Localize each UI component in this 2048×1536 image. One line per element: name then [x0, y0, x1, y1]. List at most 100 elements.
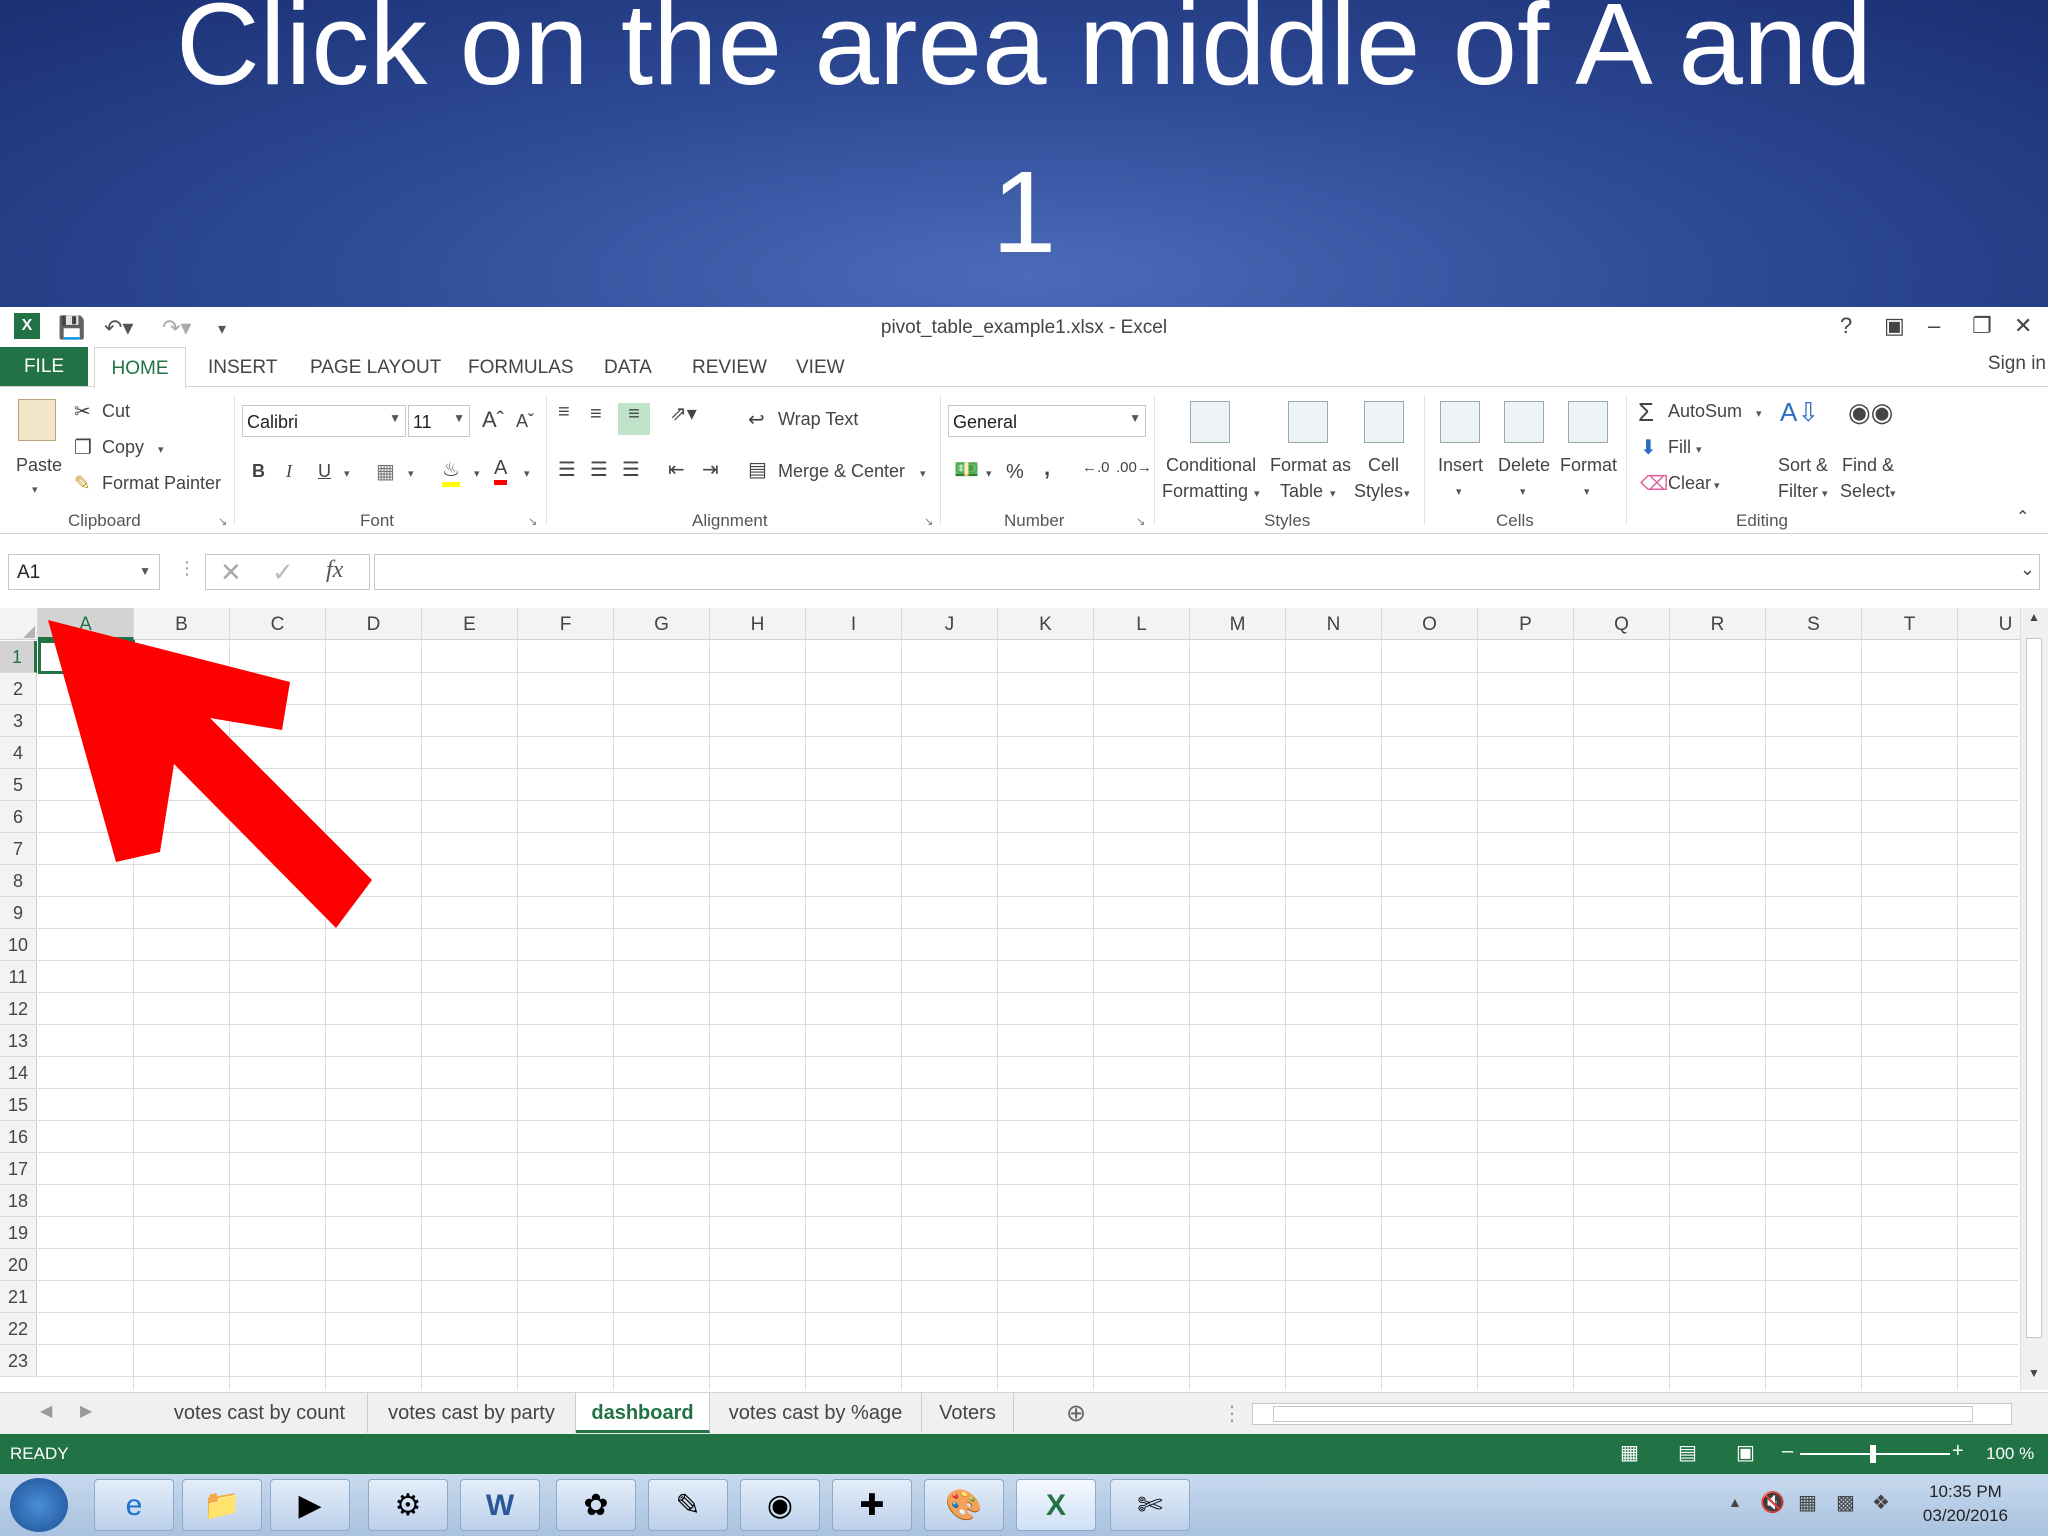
- fill-dropdown-icon[interactable]: ▾: [1696, 443, 1702, 456]
- find-select-button[interactable]: Find &: [1842, 455, 1894, 476]
- ribbon-display-icon[interactable]: ▣: [1884, 313, 1905, 339]
- insert-cells-icon[interactable]: [1440, 401, 1480, 443]
- orientation-icon[interactable]: ⇗▾: [670, 401, 697, 426]
- tab-data[interactable]: DATA: [604, 347, 652, 387]
- underline-button[interactable]: U: [318, 461, 331, 482]
- paint-palette-icon[interactable]: 🎨: [924, 1479, 1004, 1531]
- chrome-icon[interactable]: ◉: [740, 1479, 820, 1531]
- delete-dropdown-icon[interactable]: ▾: [1520, 485, 1526, 498]
- decrease-indent-icon[interactable]: ⇤: [668, 457, 685, 482]
- column-header-j[interactable]: J: [902, 608, 998, 640]
- formula-bar-splitter[interactable]: ⋮: [178, 558, 196, 579]
- cell-styles-button[interactable]: Cell: [1368, 455, 1399, 476]
- sheet-tab-votes-cast-by-age[interactable]: votes cast by %age: [710, 1393, 922, 1433]
- format-cells-button[interactable]: Format: [1560, 455, 1617, 476]
- network-icon[interactable]: ▩: [1836, 1490, 1855, 1515]
- taskbar-clock[interactable]: 10:35 PM 03/20/2016: [1923, 1480, 2008, 1528]
- column-header-i[interactable]: I: [806, 608, 902, 640]
- insert-dropdown-icon[interactable]: ▾: [1456, 485, 1462, 498]
- sheet-tab-dashboard[interactable]: dashboard: [576, 1393, 710, 1433]
- cancel-icon[interactable]: ✕: [220, 557, 242, 588]
- column-header-r[interactable]: R: [1670, 608, 1766, 640]
- windows-flag-icon[interactable]: ▦: [1798, 1490, 1817, 1515]
- row-header-22[interactable]: 22: [0, 1313, 37, 1345]
- zoom-level[interactable]: 100 %: [1986, 1444, 2034, 1464]
- tab-page-layout[interactable]: PAGE LAYOUT: [310, 347, 441, 387]
- internet-explorer-icon[interactable]: e: [94, 1479, 174, 1531]
- autosum-button[interactable]: AutoSum: [1668, 401, 1742, 422]
- normal-view-icon[interactable]: ▦: [1620, 1440, 1639, 1465]
- scroll-thumb[interactable]: [1273, 1406, 1973, 1422]
- page-layout-view-icon[interactable]: ▤: [1678, 1440, 1697, 1465]
- column-header-s[interactable]: S: [1766, 608, 1862, 640]
- start-button[interactable]: [10, 1478, 68, 1532]
- fill-icon[interactable]: ⬇: [1640, 435, 1657, 460]
- sheet-tab-voters[interactable]: Voters: [922, 1393, 1014, 1433]
- next-sheet-icon[interactable]: ▶: [80, 1401, 92, 1421]
- column-header-k[interactable]: K: [998, 608, 1094, 640]
- paint-app-icon[interactable]: ✿: [556, 1479, 636, 1531]
- restore-icon[interactable]: ❐: [1972, 313, 1992, 339]
- format-as-table-button[interactable]: Format as: [1270, 455, 1351, 476]
- expand-formula-icon[interactable]: ⌄: [2020, 559, 2035, 580]
- zoom-out-icon[interactable]: –: [1782, 1440, 1793, 1463]
- comma-style-button[interactable]: ,: [1044, 455, 1050, 481]
- format-cells-icon[interactable]: [1568, 401, 1608, 443]
- tab-splitter[interactable]: ⋮: [1222, 1401, 1242, 1426]
- file-explorer-icon[interactable]: 📁: [182, 1479, 262, 1531]
- clear-dropdown-icon[interactable]: ▾: [1714, 479, 1720, 492]
- clipboard-launcher-icon[interactable]: ↘: [218, 515, 227, 528]
- tray-expand-icon[interactable]: ▲: [1728, 1494, 1742, 1510]
- wrap-text-icon[interactable]: ↩: [748, 407, 765, 432]
- formula-input[interactable]: ⌄: [374, 554, 2040, 590]
- column-header-e[interactable]: E: [422, 608, 518, 640]
- decrease-font-icon[interactable]: Aˇ: [516, 411, 534, 432]
- align-left-icon[interactable]: ☰: [558, 457, 576, 482]
- sort-filter-label-2[interactable]: Filter: [1778, 481, 1818, 502]
- delete-cells-icon[interactable]: [1504, 401, 1544, 443]
- cell-styles-dropdown-icon[interactable]: ▾: [1404, 487, 1410, 500]
- find-select-label-2[interactable]: Select: [1840, 481, 1890, 502]
- cut-icon[interactable]: ✂: [74, 399, 91, 424]
- wrap-text-button[interactable]: Wrap Text: [778, 409, 858, 430]
- italic-button[interactable]: I: [286, 461, 292, 482]
- align-center-icon[interactable]: ☰: [590, 457, 608, 482]
- row-header-17[interactable]: 17: [0, 1153, 37, 1185]
- conditional-dropdown-icon[interactable]: ▾: [1254, 487, 1260, 500]
- collapse-ribbon-icon[interactable]: ⌃: [2016, 507, 2029, 527]
- row-header-16[interactable]: 16: [0, 1121, 37, 1153]
- font-color-icon[interactable]: A: [494, 457, 508, 485]
- scroll-down-icon[interactable]: ▼: [2028, 1366, 2040, 1380]
- prev-sheet-icon[interactable]: ◀: [40, 1401, 52, 1421]
- fill-button[interactable]: Fill: [1668, 437, 1691, 458]
- tab-insert[interactable]: INSERT: [208, 347, 277, 387]
- horizontal-scrollbar[interactable]: [1252, 1403, 2012, 1425]
- column-header-m[interactable]: M: [1190, 608, 1286, 640]
- word-icon[interactable]: W: [460, 1479, 540, 1531]
- column-header-n[interactable]: N: [1286, 608, 1382, 640]
- font-name-select[interactable]: Calibri ▼: [242, 405, 406, 437]
- row-header-14[interactable]: 14: [0, 1057, 37, 1089]
- align-top-icon[interactable]: ≡: [558, 401, 570, 424]
- copy-icon[interactable]: ❐: [74, 435, 92, 460]
- zoom-in-icon[interactable]: +: [1952, 1440, 1964, 1463]
- sign-in-link[interactable]: Sign in: [1988, 353, 2046, 375]
- number-format-select[interactable]: General ▼: [948, 405, 1146, 437]
- merge-dropdown-icon[interactable]: ▾: [920, 467, 926, 480]
- font-size-select[interactable]: 11 ▼: [408, 405, 470, 437]
- find-dropdown-icon[interactable]: ▾: [1890, 487, 1896, 500]
- page-break-view-icon[interactable]: ▣: [1736, 1440, 1755, 1465]
- new-sheet-icon[interactable]: ⊕: [1066, 1399, 1086, 1428]
- align-bottom-icon[interactable]: ≡: [618, 403, 650, 435]
- volume-muted-icon[interactable]: 🔇: [1760, 1490, 1785, 1515]
- tab-file[interactable]: FILE: [0, 347, 88, 387]
- column-header-t[interactable]: T: [1862, 608, 1958, 640]
- help-button[interactable]: ?: [1840, 313, 1852, 339]
- copy-dropdown-icon[interactable]: ▾: [158, 443, 164, 456]
- underline-dropdown-icon[interactable]: ▾: [344, 467, 350, 480]
- delete-cells-button[interactable]: Delete: [1498, 455, 1550, 476]
- cell-styles-label-2[interactable]: Styles: [1354, 481, 1403, 502]
- column-header-o[interactable]: O: [1382, 608, 1478, 640]
- row-header-12[interactable]: 12: [0, 993, 37, 1025]
- notepad-icon[interactable]: ✎: [648, 1479, 728, 1531]
